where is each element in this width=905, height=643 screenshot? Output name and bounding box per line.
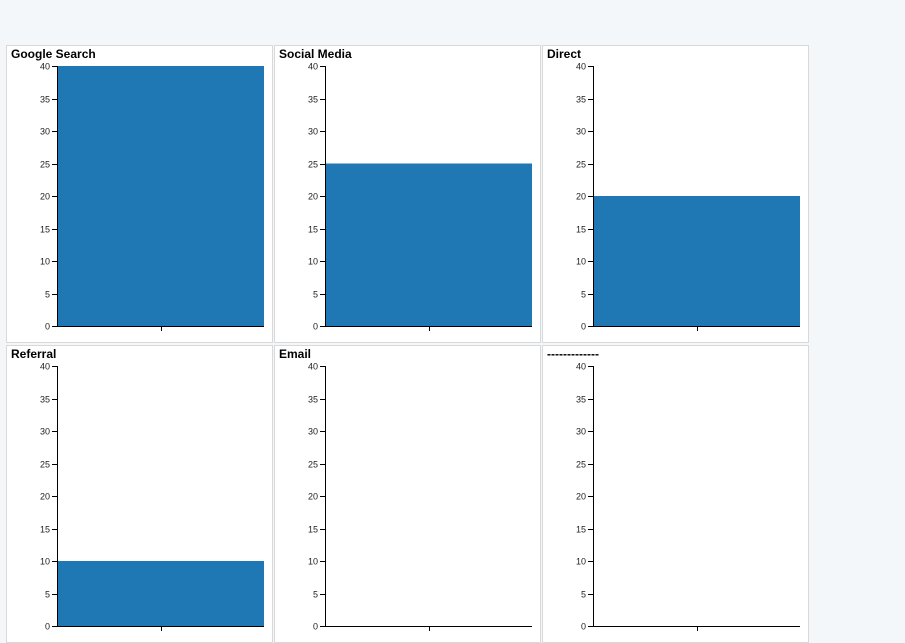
- y-tick-label: 30: [576, 427, 586, 437]
- facet-chart: 0 5 10 15 20 25 30 35 40: [576, 62, 800, 332]
- y-tick-label: 10: [576, 257, 586, 267]
- facet-panel: Referral 0 5 10 15 20 25 30 35 40: [6, 345, 273, 643]
- y-tick-label: 10: [308, 257, 318, 267]
- y-tick-label: 0: [581, 622, 586, 632]
- y-tick-label: 35: [308, 95, 318, 105]
- y-tick-label: 20: [576, 492, 586, 502]
- facet-chart: 0 5 10 15 20 25 30 35 40: [576, 362, 800, 632]
- y-tick-label: 10: [308, 557, 318, 567]
- y-tick-label: 40: [576, 62, 586, 72]
- small-multiples-grid: Google Search 0 5 10 15 20 25 30 35 40 Social Medi…: [6, 45, 812, 643]
- y-tick-label: 5: [581, 590, 586, 600]
- y-tick-label: 15: [40, 225, 50, 235]
- y-tick-label: 15: [40, 525, 50, 535]
- facet-panel: ------------- 0 5 10 15 20 25 30 35 40: [542, 345, 809, 643]
- y-tick-label: 0: [313, 622, 318, 632]
- y-tick-label: 20: [576, 192, 586, 202]
- bar: [57, 561, 264, 626]
- y-tick-label: 15: [576, 525, 586, 535]
- facet-chart: 0 5 10 15 20 25 30 35 40: [40, 362, 264, 632]
- y-tick-label: 10: [40, 557, 50, 567]
- y-tick-label: 0: [581, 322, 586, 332]
- y-tick-label: 20: [308, 492, 318, 502]
- y-tick-label: 10: [40, 257, 50, 267]
- y-tick-label: 0: [313, 322, 318, 332]
- y-tick-label: 20: [308, 192, 318, 202]
- y-tick-label: 15: [308, 225, 318, 235]
- y-tick-label: 30: [40, 127, 50, 137]
- y-tick-label: 5: [313, 290, 318, 300]
- facet-panel: Social Media 0 5 10 15 20 25 30 35 40: [274, 45, 541, 343]
- y-tick-label: 0: [45, 622, 50, 632]
- y-tick-label: 30: [576, 127, 586, 137]
- y-tick-label: 5: [313, 590, 318, 600]
- y-tick-label: 30: [40, 427, 50, 437]
- facet-chart: 0 5 10 15 20 25 30 35 40: [308, 362, 532, 632]
- y-tick-label: 10: [576, 557, 586, 567]
- y-tick-label: 0: [45, 322, 50, 332]
- y-tick-label: 40: [40, 362, 50, 372]
- y-tick-label: 35: [576, 395, 586, 405]
- bar: [57, 66, 264, 326]
- y-tick-label: 40: [40, 62, 50, 72]
- y-tick-label: 25: [308, 460, 318, 470]
- y-tick-label: 5: [45, 290, 50, 300]
- bar: [593, 196, 800, 326]
- y-tick-label: 25: [308, 160, 318, 170]
- facet-chart: 0 5 10 15 20 25 30 35 40: [40, 62, 264, 332]
- y-tick-label: 15: [576, 225, 586, 235]
- facet-chart: 0 5 10 15 20 25 30 35 40: [308, 62, 532, 332]
- y-tick-label: 25: [40, 160, 50, 170]
- y-tick-label: 30: [308, 427, 318, 437]
- y-tick-label: 35: [40, 395, 50, 405]
- y-tick-label: 5: [581, 290, 586, 300]
- facet-panel: Direct 0 5 10 15 20 25 30 35 40: [542, 45, 809, 343]
- y-tick-label: 40: [308, 362, 318, 372]
- y-tick-label: 25: [40, 460, 50, 470]
- bar: [325, 163, 532, 326]
- y-tick-label: 15: [308, 525, 318, 535]
- y-tick-label: 20: [40, 492, 50, 502]
- y-tick-label: 40: [576, 362, 586, 372]
- y-tick-label: 20: [40, 192, 50, 202]
- y-tick-label: 35: [40, 95, 50, 105]
- y-tick-label: 25: [576, 160, 586, 170]
- y-tick-label: 25: [576, 460, 586, 470]
- facet-panel: Google Search 0 5 10 15 20 25 30 35 40: [6, 45, 273, 343]
- y-tick-label: 35: [308, 395, 318, 405]
- y-tick-label: 40: [308, 62, 318, 72]
- facet-panel: Email 0 5 10 15 20 25 30 35 40: [274, 345, 541, 643]
- y-tick-label: 35: [576, 95, 586, 105]
- y-tick-label: 5: [45, 590, 50, 600]
- y-tick-label: 30: [308, 127, 318, 137]
